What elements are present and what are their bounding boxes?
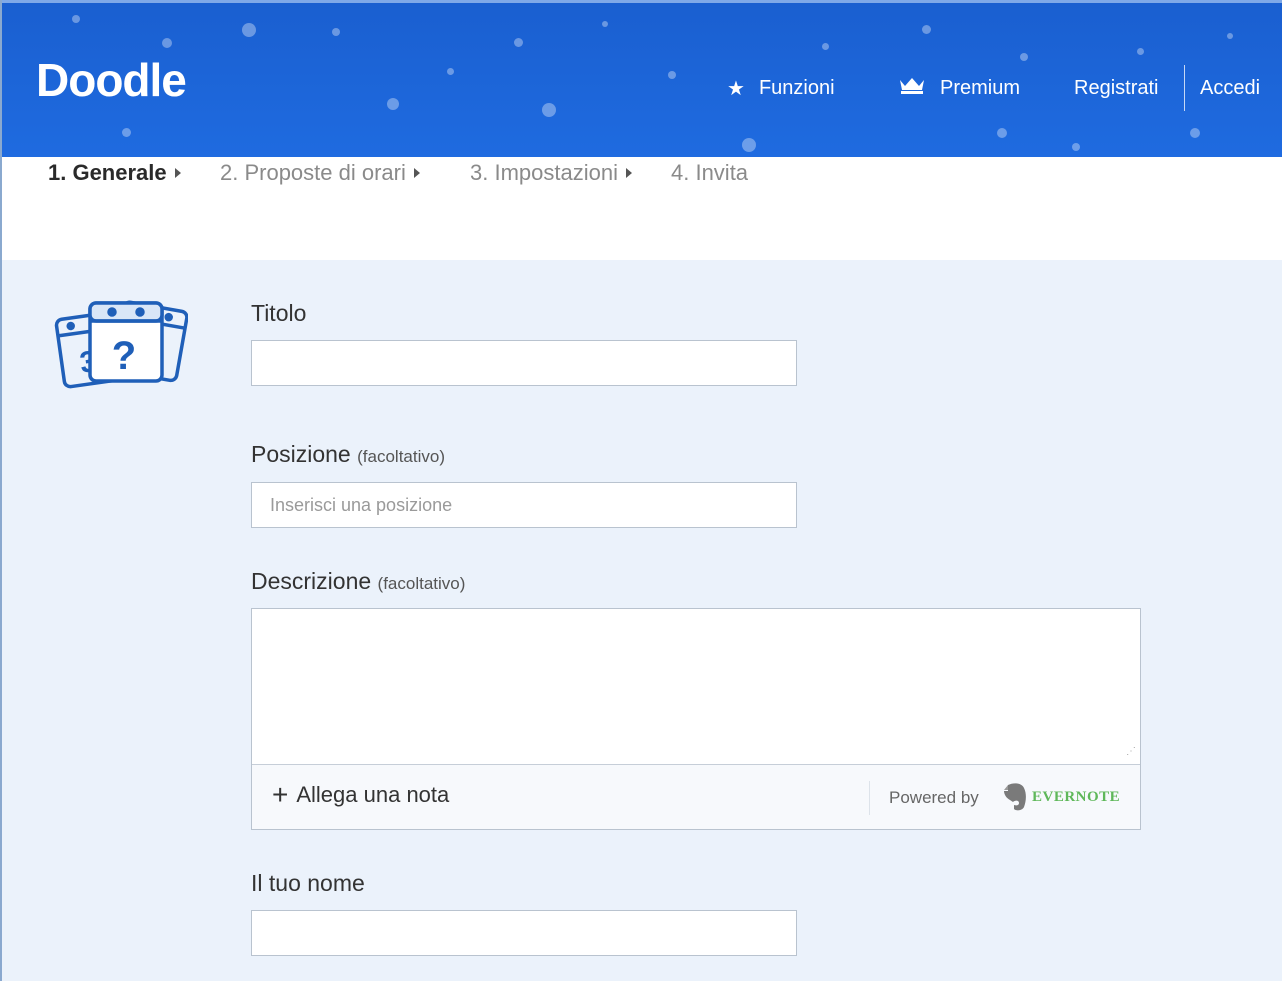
step-invita[interactable]: 4. Invita xyxy=(671,160,748,186)
caret-right-icon xyxy=(413,168,420,178)
description-footer: + Allega una nota Powered by EVERNOTE xyxy=(252,764,1140,829)
nav-premium-label: Premium xyxy=(940,76,1021,99)
snow-dot xyxy=(542,103,556,117)
name-label: Il tuo nome xyxy=(251,870,365,897)
snow-dot xyxy=(1190,128,1200,138)
snow-dot xyxy=(162,38,172,48)
title-label-text: Titolo xyxy=(251,300,307,326)
attach-note-button[interactable]: + Allega una nota xyxy=(272,781,449,809)
snow-dot xyxy=(742,138,756,152)
name-label-text: Il tuo nome xyxy=(251,870,365,896)
nav-registrati[interactable]: Registrati xyxy=(1074,73,1158,103)
plus-icon: + xyxy=(272,779,289,810)
snow-dot xyxy=(1227,33,1233,39)
nav-divider xyxy=(1184,65,1185,111)
site-header: Doodle ★ Funzioni Premium Registrati Acc… xyxy=(2,0,1282,157)
snow-dot xyxy=(447,68,454,75)
title-input[interactable] xyxy=(251,340,797,386)
optional-hint: (facoltativo) xyxy=(357,447,445,466)
snow-dot xyxy=(602,21,608,27)
nav-funzioni-label: Funzioni xyxy=(758,76,835,99)
step-label: 3. Impostazioni xyxy=(470,160,618,185)
location-label-text: Posizione xyxy=(251,441,351,467)
snow-dot xyxy=(822,43,829,50)
description-label-text: Descrizione xyxy=(251,568,372,594)
page: Doodle ★ Funzioni Premium Registrati Acc… xyxy=(0,0,1282,981)
snow-dot xyxy=(387,98,399,110)
step-label: 2. Proposte di orari xyxy=(220,160,406,185)
snow-dot xyxy=(668,71,676,79)
location-input[interactable] xyxy=(251,482,797,528)
location-label: Posizione (facoltativo) xyxy=(251,441,445,468)
resize-grip-icon[interactable]: ⋰ xyxy=(1126,747,1136,757)
step-label: 4. Invita xyxy=(671,160,749,185)
nav-funzioni[interactable]: ★ Funzioni xyxy=(727,73,835,103)
general-form: 3 ? Titolo Posizione (facoltativo) xyxy=(2,260,1282,981)
snow-dot xyxy=(1137,48,1144,55)
calendar-question-icon: 3 ? xyxy=(54,300,188,389)
optional-hint: (facoltativo) xyxy=(377,574,466,593)
snow-dot xyxy=(922,25,931,34)
nav-premium[interactable]: Premium xyxy=(898,73,1020,103)
snow-dot xyxy=(997,128,1007,138)
name-input[interactable] xyxy=(251,910,797,956)
crown-icon xyxy=(898,76,926,100)
step-proposte-orari[interactable]: 2. Proposte di orari xyxy=(220,160,420,186)
evernote-elephant-icon xyxy=(1004,783,1026,811)
nav-registrati-label: Registrati xyxy=(1074,76,1159,99)
description-label: Descrizione (facoltativo) xyxy=(251,568,465,595)
snow-dot xyxy=(514,38,523,47)
caret-right-icon xyxy=(625,168,632,178)
doodle-logo[interactable]: Doodle xyxy=(36,53,187,107)
snow-dot xyxy=(1072,143,1080,151)
description-box: ⋰ + Allega una nota Powered by EVERNOTE xyxy=(251,608,1141,830)
snow-dot xyxy=(332,28,340,36)
evernote-wordmark: EVERNOTE xyxy=(1032,788,1121,805)
footer-divider xyxy=(869,781,870,815)
description-textarea[interactable] xyxy=(252,609,1140,764)
step-generale[interactable]: 1. Generale xyxy=(48,160,181,186)
nav-accedi-label: Accedi xyxy=(1200,76,1261,99)
snow-dot xyxy=(1020,53,1028,61)
step-label: 1. Generale xyxy=(48,160,167,185)
snow-dot xyxy=(122,128,131,137)
snow-dot xyxy=(72,15,80,23)
attach-note-label: Allega una nota xyxy=(296,782,450,807)
powered-by-text: Powered by xyxy=(889,788,979,807)
nav-accedi[interactable]: Accedi xyxy=(1200,73,1260,103)
caret-right-icon xyxy=(174,168,181,178)
star-icon: ★ xyxy=(727,77,745,100)
svg-text:?: ? xyxy=(112,334,136,378)
wizard-steps: 1. Generale 2. Proposte di orari 3. Impo… xyxy=(2,157,1282,260)
evernote-logo: EVERNOTE xyxy=(1002,782,1120,812)
title-label: Titolo xyxy=(251,300,306,327)
step-impostazioni[interactable]: 3. Impostazioni xyxy=(470,160,632,186)
snow-dot xyxy=(242,23,256,37)
